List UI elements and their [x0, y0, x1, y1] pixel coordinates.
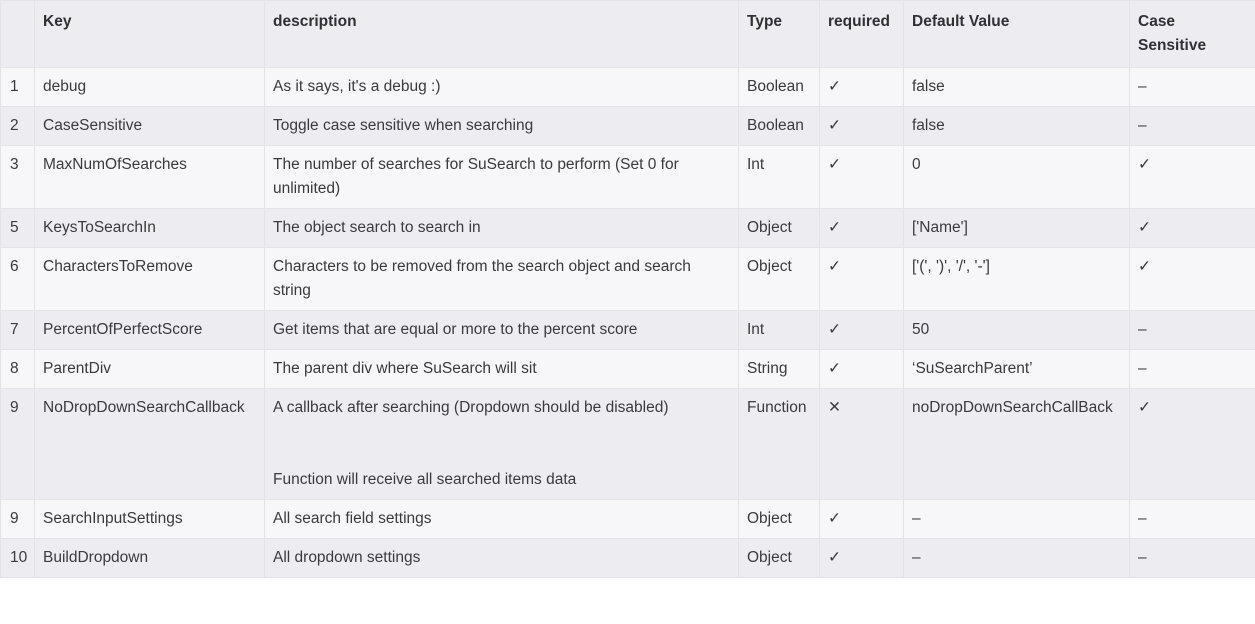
cell-type: String	[738, 349, 820, 389]
cell-default-value: ['Name']	[903, 208, 1130, 248]
cell-index: 9	[0, 499, 35, 539]
column-header-default-value: Default Value	[903, 0, 1130, 68]
cell-required: ✓	[819, 499, 904, 539]
cell-required: ✓	[819, 538, 904, 578]
cell-index: 3	[0, 145, 35, 209]
cell-description: Characters to be removed from the search…	[264, 247, 739, 311]
cell-index: 6	[0, 247, 35, 311]
table-row: 2 CaseSensitive Toggle case sensitive when…	[0, 106, 1255, 146]
cell-case-sensitive: –	[1129, 310, 1255, 350]
cell-default-value: noDropDownSearchCallBack	[903, 388, 1130, 500]
cell-required: ✓	[819, 310, 904, 350]
cell-key: MaxNumOfSearches	[34, 145, 265, 209]
table-row: 6 CharactersToRemove Characters to be remo…	[0, 247, 1255, 311]
cell-key: SearchInputSettings	[34, 499, 265, 539]
cell-default-value: –	[903, 499, 1130, 539]
table-row: 8 ParentDiv The parent div where SuSearch …	[0, 349, 1255, 389]
cell-description: As it says, it's a debug :)	[264, 67, 739, 107]
cell-required: ✓	[819, 67, 904, 107]
cell-case-sensitive: –	[1129, 499, 1255, 539]
table-row: 3 MaxNumOfSearches The number of searches …	[0, 145, 1255, 209]
cell-type: Object	[738, 499, 820, 539]
cell-key: BuildDropdown	[34, 538, 265, 578]
cell-default-value: 50	[903, 310, 1130, 350]
column-header-description: description	[264, 0, 739, 68]
cell-key: NoDropDownSearchCallback	[34, 388, 265, 500]
cell-description: The object search to search in	[264, 208, 739, 248]
cell-key: ParentDiv	[34, 349, 265, 389]
cell-type: Int	[738, 145, 820, 209]
settings-table: Key description Type required Default Va…	[0, 0, 1255, 578]
cell-case-sensitive: ✓	[1129, 388, 1255, 500]
cell-index: 2	[0, 106, 35, 146]
cell-type: Boolean	[738, 106, 820, 146]
cell-default-value: –	[903, 538, 1130, 578]
cell-default-value: false	[903, 106, 1130, 146]
table-row: 9 SearchInputSettings All search field set…	[0, 499, 1255, 539]
cell-default-value: false	[903, 67, 1130, 107]
cell-key: debug	[34, 67, 265, 107]
cell-required: ✓	[819, 208, 904, 248]
cell-key: PercentOfPerfectScore	[34, 310, 265, 350]
table-row: 9 NoDropDownSearchCallback A callback afte…	[0, 388, 1255, 500]
cell-key: KeysToSearchIn	[34, 208, 265, 248]
table-row: 5 KeysToSearchIn The object search to sear…	[0, 208, 1255, 248]
cell-index: 5	[0, 208, 35, 248]
cell-case-sensitive: –	[1129, 67, 1255, 107]
cell-type: Function	[738, 388, 820, 500]
column-header-key: Key	[34, 0, 265, 68]
cell-key: CaseSensitive	[34, 106, 265, 146]
column-header-type: Type	[738, 0, 820, 68]
cell-type: Boolean	[738, 67, 820, 107]
cell-index: 7	[0, 310, 35, 350]
cell-required: ✓	[819, 247, 904, 311]
cell-description: The number of searches for SuSearch to p…	[264, 145, 739, 209]
cell-case-sensitive: –	[1129, 349, 1255, 389]
cell-type: Int	[738, 310, 820, 350]
cell-index: 10	[0, 538, 35, 578]
cell-required: ✓	[819, 145, 904, 209]
cell-index: 9	[0, 388, 35, 500]
table-row: 1 debug As it says, it's a debug :) Boolean…	[0, 67, 1255, 107]
cell-type: Object	[738, 208, 820, 248]
cell-case-sensitive: –	[1129, 538, 1255, 578]
column-header-index	[0, 0, 35, 68]
cell-description: The parent div where SuSearch will sit	[264, 349, 739, 389]
cell-default-value: ‘SuSearchParent’	[903, 349, 1130, 389]
cell-required: ✓	[819, 106, 904, 146]
cell-description: All dropdown settings	[264, 538, 739, 578]
cell-key: CharactersToRemove	[34, 247, 265, 311]
table-header-row: Key description Type required Default Va…	[0, 0, 1255, 68]
cell-case-sensitive: ✓	[1129, 247, 1255, 311]
table-row: 10 BuildDropdown All dropdown settings Obje…	[0, 538, 1255, 578]
column-header-case-sensitive: Case Sensitive	[1129, 0, 1255, 68]
column-header-required: required	[819, 0, 904, 68]
cell-description: All search field settings	[264, 499, 739, 539]
cell-case-sensitive: –	[1129, 106, 1255, 146]
cell-case-sensitive: ✓	[1129, 208, 1255, 248]
cell-index: 1	[0, 67, 35, 107]
cell-type: Object	[738, 247, 820, 311]
cell-type: Object	[738, 538, 820, 578]
cell-required: ✓	[819, 349, 904, 389]
table-row: 7 PercentOfPerfectScore Get items that are…	[0, 310, 1255, 350]
cell-default-value: ['(', ')', '/', '-']	[903, 247, 1130, 311]
cell-description: Toggle case sensitive when searching	[264, 106, 739, 146]
cell-required: ✕	[819, 388, 904, 500]
cell-default-value: 0	[903, 145, 1130, 209]
cell-case-sensitive: ✓	[1129, 145, 1255, 209]
cell-index: 8	[0, 349, 35, 389]
cell-description: A callback after searching (Dropdown sho…	[264, 388, 739, 500]
cell-description: Get items that are equal or more to the …	[264, 310, 739, 350]
